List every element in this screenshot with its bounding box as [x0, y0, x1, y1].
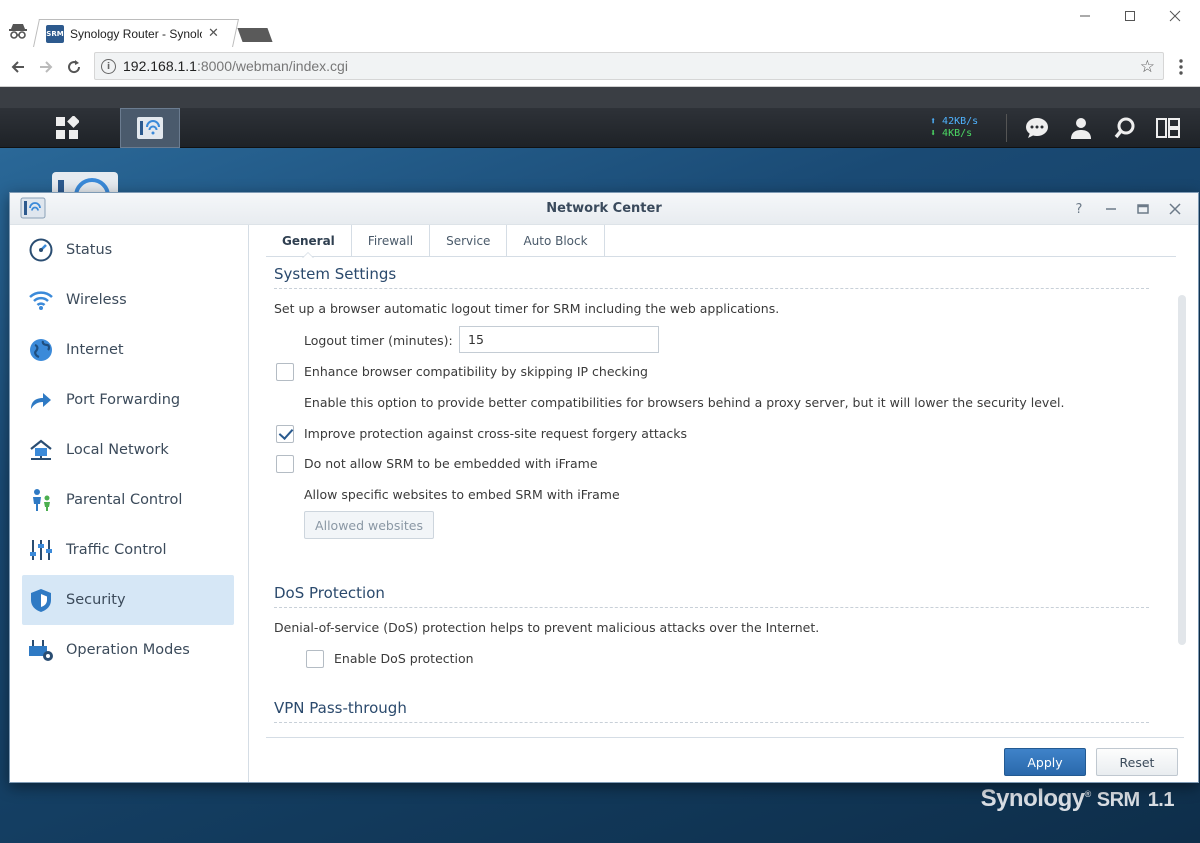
incognito-icon: [8, 22, 28, 40]
enhance-compat-hint: Enable this option to provide better com…: [304, 395, 1065, 410]
arrow-forward-icon: [28, 387, 54, 413]
network-center-window: Network Center ? Status Wireless Interne…: [9, 192, 1199, 783]
minimize-icon[interactable]: [1100, 199, 1122, 219]
allowed-websites-button[interactable]: Allowed websites: [304, 511, 434, 539]
router-wifi-icon: [137, 117, 163, 139]
srm-taskbar: ⬆ 42KB/s ⬇ 4KB/s: [0, 108, 1200, 148]
download-rate: 4KB/s: [942, 128, 973, 139]
new-tab-button[interactable]: [237, 28, 273, 42]
widgets-icon[interactable]: [1155, 116, 1181, 140]
dos-protection-label: Enable DoS protection: [334, 651, 474, 666]
iframe-hint: Allow specific websites to embed SRM wit…: [304, 487, 620, 502]
sidebar-item-label: Security: [66, 592, 126, 608]
url-text: 192.168.1.1:8000/webman/index.cgi: [123, 58, 348, 74]
browser-menu-icon[interactable]: [1176, 57, 1186, 77]
sidebar-item-label: Status: [66, 242, 113, 258]
csrf-protection-label: Improve protection against cross-site re…: [304, 426, 688, 441]
section-heading-system: System Settings: [274, 265, 1149, 289]
sidebar-item-label: Local Network: [66, 442, 169, 458]
main-menu-button[interactable]: [22, 108, 112, 148]
sidebar-item-status[interactable]: Status: [22, 225, 234, 275]
home-network-icon: [28, 437, 54, 463]
tab-service[interactable]: Service: [430, 225, 508, 257]
tab-bar: General Firewall Service Auto Block: [266, 225, 1176, 258]
section-heading-vpn: VPN Pass-through: [274, 699, 1149, 723]
content-area: General Firewall Service Auto Block Syst…: [250, 225, 1198, 782]
window-title: Network Center: [546, 201, 662, 216]
sidebar-item-wireless[interactable]: Wireless: [22, 275, 234, 325]
gauge-icon: [28, 237, 54, 263]
chat-icon[interactable]: [1024, 116, 1050, 140]
sidebar-item-label: Parental Control: [66, 492, 183, 508]
sidebar-item-label: Operation Modes: [66, 642, 190, 658]
browser-tabstrip: SRM Synology Router - Synology ✕: [0, 0, 1200, 47]
wifi-icon: [28, 287, 54, 313]
close-icon[interactable]: [1164, 199, 1186, 219]
iframe-block-label: Do not allow SRM to be embedded with iFr…: [304, 456, 598, 471]
tab-general[interactable]: General: [266, 225, 352, 258]
bookmark-star-icon[interactable]: ☆: [1140, 57, 1155, 77]
window-titlebar[interactable]: Network Center ?: [10, 193, 1198, 225]
reload-icon[interactable]: [62, 55, 86, 79]
router-gear-icon: [28, 637, 54, 663]
dos-description: Denial-of-service (DoS) protection helps…: [274, 620, 820, 635]
sidebar-item-label: Traffic Control: [66, 542, 167, 558]
family-icon: [28, 487, 54, 513]
iframe-block-checkbox[interactable]: [276, 455, 294, 473]
enhance-compat-checkbox[interactable]: [276, 363, 294, 381]
forward-arrow-icon[interactable]: [34, 55, 58, 79]
traffic-rate: ⬆ 42KB/s ⬇ 4KB/s: [930, 116, 979, 139]
network-center-taskbar-button[interactable]: [120, 108, 180, 148]
back-arrow-icon[interactable]: [6, 55, 30, 79]
info-icon[interactable]: i: [101, 59, 116, 74]
help-icon[interactable]: ?: [1068, 199, 1090, 219]
sliders-icon: [28, 537, 54, 563]
browser-tab[interactable]: SRM Synology Router - Synology ✕: [46, 20, 236, 47]
srm-favicon-icon: SRM: [46, 24, 64, 43]
page-strip: [0, 87, 1200, 108]
close-window-icon[interactable]: [1160, 6, 1190, 26]
globe-icon: [28, 337, 54, 363]
dos-protection-checkbox[interactable]: [306, 650, 324, 668]
scrollbar[interactable]: [1178, 295, 1186, 645]
address-bar[interactable]: i 192.168.1.1:8000/webman/index.cgi ☆: [94, 52, 1164, 80]
app-grid-icon: [56, 116, 79, 139]
minimize-window-icon[interactable]: [1070, 6, 1100, 26]
brand-logo: Synology® SRM 1.1: [980, 785, 1175, 812]
user-icon[interactable]: [1068, 116, 1094, 140]
apply-button[interactable]: Apply: [1004, 748, 1086, 776]
footer-bar: Apply Reset: [266, 737, 1184, 781]
settings-panel: System Settings Set up a browser automat…: [266, 265, 1184, 733]
upload-rate: 42KB/s: [942, 116, 979, 127]
section-heading-dos: DoS Protection: [274, 584, 1149, 608]
close-tab-icon[interactable]: ✕: [208, 26, 219, 41]
sidebar-item-port-forwarding[interactable]: Port Forwarding: [22, 375, 234, 425]
sidebar-item-label: Internet: [66, 342, 124, 358]
logout-timer-label: Logout timer (minutes):: [304, 333, 453, 348]
csrf-protection-checkbox[interactable]: [276, 425, 294, 443]
shield-icon: [28, 587, 54, 613]
reset-button[interactable]: Reset: [1096, 748, 1178, 776]
sidebar-item-parental-control[interactable]: Parental Control: [22, 475, 234, 525]
browser-toolbar: i 192.168.1.1:8000/webman/index.cgi ☆: [0, 47, 1200, 87]
sidebar-item-security[interactable]: Security: [22, 575, 234, 625]
browser-tab-title: Synology Router - Synology: [70, 26, 202, 41]
sidebar-item-local-network[interactable]: Local Network: [22, 425, 234, 475]
sidebar-item-operation-modes[interactable]: Operation Modes: [22, 625, 234, 675]
sidebar-item-traffic-control[interactable]: Traffic Control: [22, 525, 234, 575]
maximize-window-icon[interactable]: [1115, 6, 1145, 26]
enhance-compat-label: Enhance browser compatibility by skippin…: [304, 364, 648, 379]
sidebar: Status Wireless Internet Port Forwarding…: [10, 225, 249, 782]
sidebar-item-label: Wireless: [66, 292, 127, 308]
sidebar-item-internet[interactable]: Internet: [22, 325, 234, 375]
tab-firewall[interactable]: Firewall: [352, 225, 431, 257]
sidebar-item-label: Port Forwarding: [66, 392, 181, 408]
logout-timer-input[interactable]: [459, 326, 659, 353]
tab-auto-block[interactable]: Auto Block: [507, 225, 605, 257]
maximize-icon[interactable]: [1132, 199, 1154, 219]
search-icon[interactable]: [1112, 116, 1138, 140]
taskbar-divider: [1006, 114, 1007, 142]
system-description: Set up a browser automatic logout timer …: [274, 301, 780, 316]
